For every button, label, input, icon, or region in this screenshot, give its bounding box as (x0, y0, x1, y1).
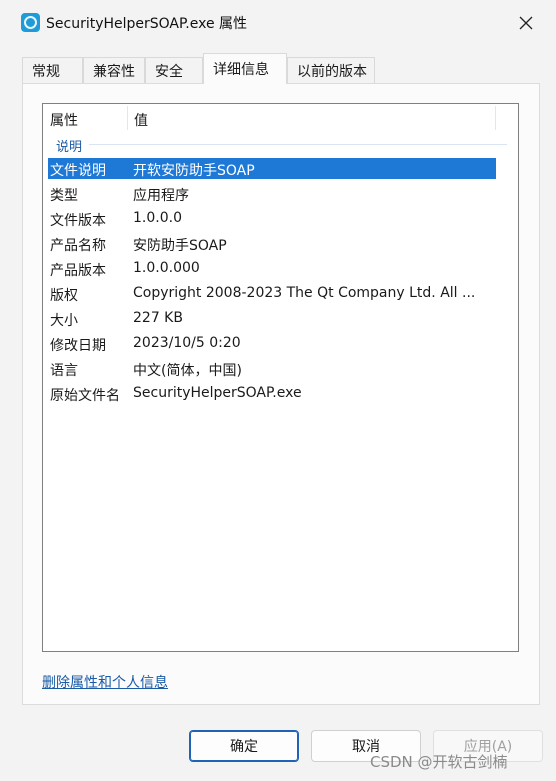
window-title: SecurityHelperSOAP.exe 属性 (46, 16, 248, 32)
property-value: 开软安防助手SOAP (133, 163, 255, 179)
property-name: 产品版本 (50, 263, 106, 279)
tab-general[interactable]: 常规 (22, 57, 83, 83)
list-item[interactable]: 产品版本 1.0.0.000 (48, 258, 496, 279)
tab-compatibility[interactable]: 兼容性 (83, 57, 145, 83)
list-item[interactable]: 原始文件名 SecurityHelperSOAP.exe (48, 383, 496, 404)
watermark: CSDN @开软古剑楠 (370, 753, 508, 771)
tab-details[interactable]: 详细信息 (203, 53, 287, 84)
ok-button[interactable]: 确定 (189, 730, 299, 762)
property-value: 1.0.0.000 (133, 260, 200, 276)
remove-properties-link[interactable]: 删除属性和个人信息 (42, 672, 168, 692)
list-item[interactable]: 类型 应用程序 (48, 183, 496, 204)
list-item[interactable]: 文件版本 1.0.0.0 (48, 208, 496, 229)
property-value: 应用程序 (133, 188, 189, 204)
group-divider (89, 144, 507, 145)
property-name: 语言 (50, 363, 78, 379)
tab-security[interactable]: 安全 (145, 57, 203, 83)
property-name: 修改日期 (50, 338, 106, 354)
app-icon (21, 13, 40, 32)
column-header-property[interactable]: 属性 (50, 110, 78, 130)
property-value: 安防助手SOAP (133, 238, 227, 254)
list-item[interactable]: 版权 Copyright 2008-2023 The Qt Company Lt… (48, 283, 496, 304)
close-icon (519, 16, 533, 30)
tab-strip: 常规 兼容性 安全 详细信息 以前的版本 (22, 53, 542, 84)
property-name: 类型 (50, 188, 78, 204)
column-divider[interactable] (495, 106, 496, 130)
details-list[interactable]: 属性 值 说明 文件说明 开软安防助手SOAP 类型 应用程序 文件版本 1.0… (42, 103, 519, 652)
property-name: 产品名称 (50, 238, 106, 254)
list-item[interactable]: 修改日期 2023/10/5 0:20 (48, 333, 496, 354)
property-value: 227 KB (133, 310, 183, 326)
property-value: SecurityHelperSOAP.exe (133, 385, 302, 401)
group-label: 说明 (56, 140, 83, 155)
property-value: 中文(简体，中国) (133, 363, 242, 379)
property-name: 原始文件名 (50, 388, 120, 404)
property-name: 版权 (50, 288, 78, 304)
column-divider[interactable] (127, 106, 128, 130)
list-item[interactable]: 语言 中文(简体，中国) (48, 358, 496, 379)
list-item[interactable]: 文件说明 开软安防助手SOAP (48, 158, 496, 179)
property-value: Copyright 2008-2023 The Qt Company Ltd. … (133, 285, 476, 301)
property-value: 1.0.0.0 (133, 210, 182, 226)
property-name: 文件版本 (50, 213, 106, 229)
close-button[interactable] (511, 10, 541, 36)
property-name: 文件说明 (50, 163, 106, 179)
title-bar: SecurityHelperSOAP.exe 属性 (0, 0, 556, 46)
tab-previous-versions[interactable]: 以前的版本 (287, 57, 375, 83)
column-header-value[interactable]: 值 (134, 110, 148, 130)
property-name: 大小 (50, 313, 78, 329)
list-header: 属性 值 (43, 104, 518, 131)
list-item[interactable]: 大小 227 KB (48, 308, 496, 329)
property-value: 2023/10/5 0:20 (133, 335, 241, 351)
list-item[interactable]: 产品名称 安防助手SOAP (48, 233, 496, 254)
